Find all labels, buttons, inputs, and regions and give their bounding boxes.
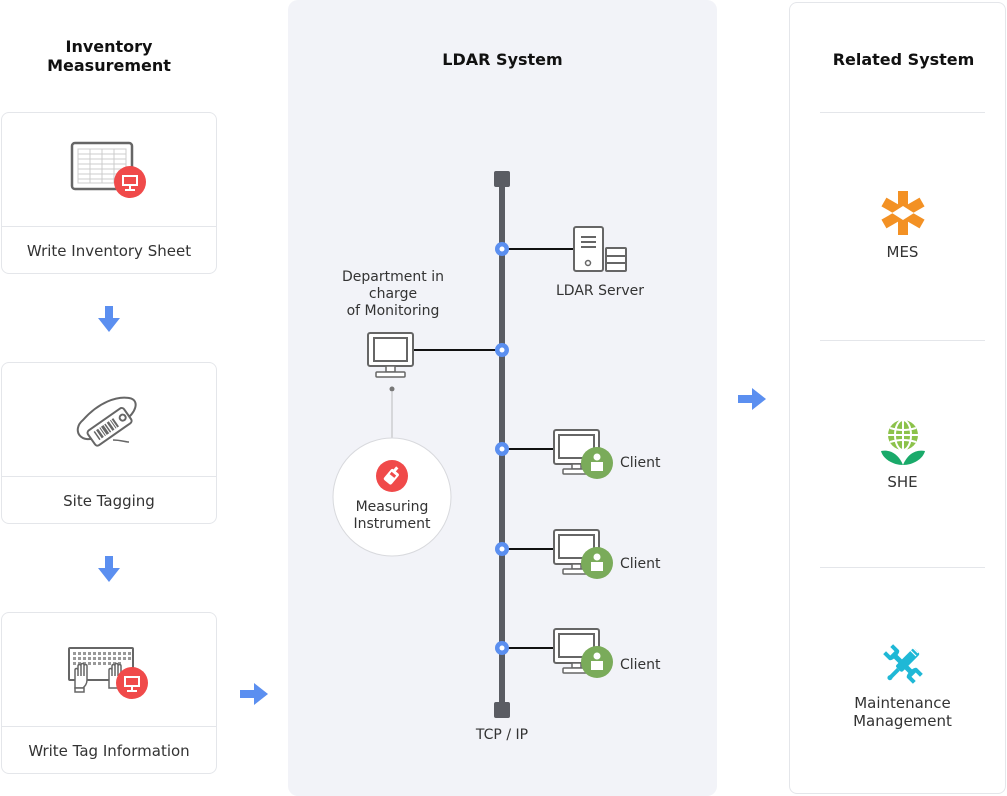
related-label-line2: Management [853, 712, 952, 730]
network-node [495, 542, 509, 556]
mes-icon [880, 191, 925, 235]
ldar-server-label: LDAR Server [556, 283, 644, 299]
step-label: Site Tagging [63, 492, 155, 510]
arrow-right-icon [240, 683, 268, 705]
bus-end-top [494, 171, 510, 187]
inventory-title: Inventory Measurement [0, 37, 218, 75]
arrow-down-icon [98, 556, 120, 582]
related-label: Maintenance Management [853, 694, 952, 730]
related-label-line1: Maintenance [854, 694, 951, 712]
instrument-label-line1: Measuring [355, 499, 429, 515]
arrow-down-icon [98, 306, 120, 332]
department-label: Department in charge of Monitoring [320, 269, 466, 320]
inventory-title-line2: Measurement [47, 56, 171, 75]
client-computer-icon [553, 429, 613, 479]
related-item-mes: MES [820, 191, 985, 261]
related-item-maintenance: Maintenance Management [820, 643, 985, 730]
server-icon [573, 226, 627, 272]
spreadsheet-icon [70, 141, 146, 198]
tcp-ip-label: TCP / IP [475, 727, 529, 743]
barcode-tag-icon [76, 396, 137, 447]
tools-icon [882, 644, 923, 684]
related-item-she: SHE [820, 419, 985, 491]
keyboard-typing-icon [68, 647, 148, 699]
measuring-instrument-icon [376, 460, 408, 492]
step-label: Write Tag Information [28, 742, 190, 760]
bus-end-bottom [494, 702, 510, 718]
client-computer-icon [553, 529, 613, 579]
related-divider [820, 567, 985, 568]
step-card-site-tagging: Site Tagging [1, 362, 217, 524]
department-label-line3: of Monitoring [346, 303, 440, 319]
monitor-badge-icon [114, 166, 146, 198]
step-card-write-inventory-sheet: Write Inventory Sheet [1, 112, 217, 274]
client-label: Client [620, 455, 661, 471]
network-node [495, 442, 509, 456]
she-globe-plant-icon [880, 419, 925, 465]
related-label: MES [886, 243, 919, 261]
monitor-badge-icon [116, 667, 148, 699]
network-node [495, 242, 509, 256]
client-label: Client [620, 657, 661, 673]
department-label-line2: charge [368, 286, 418, 302]
measuring-instrument-circle [332, 437, 452, 557]
instrument-label-line2: Instrument [353, 516, 431, 532]
related-divider [820, 340, 985, 341]
department-label-line1: Department in [342, 269, 444, 285]
network-node [495, 343, 509, 357]
related-divider [820, 112, 985, 113]
step-label: Write Inventory Sheet [26, 242, 192, 260]
inventory-title-line1: Inventory [65, 37, 153, 56]
client-label: Client [620, 556, 661, 572]
related-title: Related System [832, 50, 975, 69]
step-card-write-tag-information: Write Tag Information [1, 612, 217, 774]
measuring-instrument-label: Measuring Instrument [332, 499, 452, 533]
related-label: SHE [887, 473, 918, 491]
network-diagram [332, 171, 627, 718]
network-node [495, 641, 509, 655]
client-computer-icon [553, 628, 613, 678]
arrow-right-icon [738, 388, 766, 410]
department-monitor-icon [367, 332, 414, 378]
